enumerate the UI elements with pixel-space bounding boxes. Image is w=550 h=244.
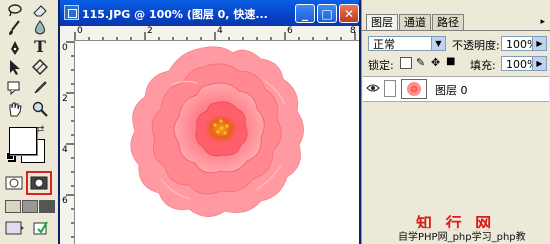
close-button[interactable]: ✕ [339,4,359,23]
visibility-eye-icon[interactable] [366,82,380,95]
ruler-label: 2 [62,94,68,104]
chevron-down-icon: ▼ [431,37,445,50]
tab-channels[interactable]: 通道 [399,14,431,30]
standard-mode-icon[interactable] [5,176,23,190]
ruler-label: 8 [350,26,356,36]
lock-label: 锁定: [368,59,394,72]
document-titlebar[interactable]: 115.JPG @ 100% (图层 0, 快速... _ □ ✕ [60,0,359,26]
pen-icon[interactable] [6,39,24,57]
eyedropper-icon[interactable] [31,79,49,97]
zoom-icon[interactable] [31,100,49,118]
eraser-icon[interactable] [31,1,49,19]
screen-mode-full-menu-icon[interactable] [22,200,38,213]
notes-icon[interactable] [6,79,24,97]
lasso-icon[interactable] [6,1,24,19]
photoshop-doc-icon [64,5,79,20]
layers-panel: 图层 通道 路径 ▸ 正常 ▼ 不透明度: 100% ▶ 锁定: ✎ ✥ ■ 填… [361,0,550,244]
opacity-input[interactable]: 100% ▶ [501,36,547,51]
imageready-icon[interactable] [4,219,26,237]
blend-mode-select[interactable]: 正常 ▼ [368,36,446,51]
screen-mode-standard-icon[interactable] [5,200,21,213]
toolbox: T ⇄ [0,0,59,244]
shape-icon[interactable] [31,58,49,76]
minimize-button[interactable]: _ [295,4,315,23]
layer-row[interactable]: 图层 0 [363,76,549,102]
ruler-label: 2 [147,26,153,36]
screen-mode-full-icon[interactable] [39,200,55,213]
text-icon[interactable]: T [31,37,49,56]
ruler-label: 4 [217,26,223,36]
image-canvas[interactable] [75,41,359,244]
ruler-label: 0 [62,43,68,53]
layer-name: 图层 0 [435,84,468,97]
path-select-icon[interactable] [6,58,24,76]
ruler-horizontal: 0 2 4 6 8 [60,26,359,41]
hand-icon[interactable] [6,100,24,118]
swap-colors-icon[interactable]: ⇄ [36,124,44,135]
lock-position-icon[interactable]: ✥ [431,56,440,69]
opacity-label: 不透明度: [452,39,500,52]
minimize-icon: _ [302,6,308,21]
opacity-slider-icon: ▶ [532,37,546,50]
rose-image [130,46,304,217]
jump-to-icon[interactable] [32,219,50,237]
fill-label: 填充: [470,59,496,72]
ruler-label: 6 [287,26,293,36]
panel-divider [362,30,550,31]
panel-tabs: 图层 通道 路径 [366,14,465,30]
layer-thumbnail [401,79,427,99]
ruler-label: 6 [62,196,68,206]
fill-slider-icon: ▶ [532,57,546,70]
tab-layers[interactable]: 图层 [366,14,398,30]
blend-mode-value: 正常 [373,38,395,51]
document-window: 115.JPG @ 100% (图层 0, 快速... _ □ ✕ 0 2 4 … [58,0,361,244]
close-icon: ✕ [343,6,355,21]
fill-input[interactable]: 100% ▶ [501,56,547,71]
quick-mask-mode-icon[interactable] [26,171,52,195]
layer-link-cell[interactable] [384,80,396,97]
ruler-label: 0 [77,26,83,36]
lock-transparency-icon[interactable] [400,57,412,69]
panel-menu-icon[interactable]: ▸ [540,17,545,27]
lock-image-icon[interactable]: ✎ [416,56,425,69]
blur-icon[interactable] [31,19,49,37]
brush-icon[interactable] [6,19,24,37]
tab-paths[interactable]: 路径 [432,14,464,30]
maximize-icon: □ [321,6,333,21]
watermark-caption: 自学PHP网_php学习_php教 [398,228,526,243]
ruler-vertical: 0 2 4 6 [60,40,75,244]
site-watermark: 知 行 网 自学PHP网_php学习_php教 [392,214,550,244]
foreground-color-swatch-top[interactable] [9,127,37,155]
document-title: 115.JPG @ 100% (图层 0, 快速... [82,8,268,21]
maximize-button[interactable]: □ [317,4,337,23]
ruler-label: 4 [62,145,68,155]
lock-all-icon[interactable]: ■ [446,56,455,67]
